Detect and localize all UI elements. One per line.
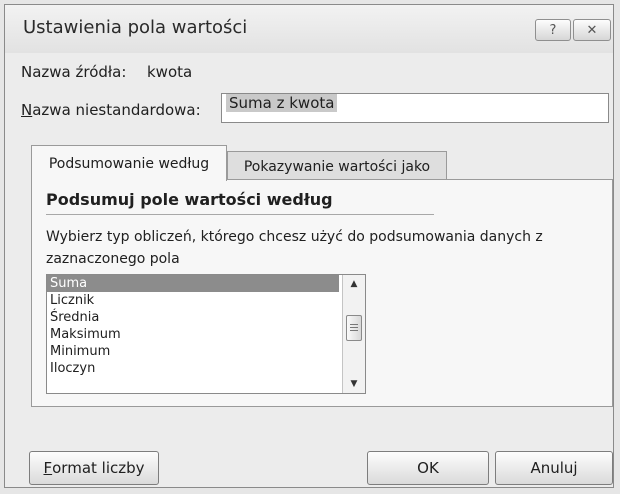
custom-name-input[interactable]: Suma z kwota — [221, 93, 609, 123]
list-item[interactable]: Maksimum — [47, 326, 339, 343]
calculation-type-listbox[interactable]: Suma Licznik Średnia Maksimum Minimum Il… — [46, 274, 366, 394]
listbox-scrollbar[interactable]: ▲ ▼ — [342, 275, 365, 393]
list-item[interactable]: Średnia — [47, 309, 339, 326]
scroll-thumb[interactable] — [346, 315, 362, 341]
number-format-button[interactable]: Format liczby — [29, 451, 159, 485]
title-bar: Ustawienia pola wartości ? ✕ — [5, 5, 613, 53]
tab-show-values-as-label: Pokazywanie wartości jako — [243, 158, 431, 175]
grip-line — [350, 330, 358, 331]
ok-label: OK — [417, 459, 439, 477]
source-name-value: kwota — [147, 63, 193, 81]
tab-show-values-as[interactable]: Pokazywanie wartości jako — [227, 151, 447, 181]
list-item[interactable]: Minimum — [47, 343, 339, 360]
heading-divider — [46, 214, 434, 215]
grip-line — [350, 327, 358, 328]
custom-name-value: Suma z kwota — [226, 94, 338, 112]
list-item[interactable]: Licznik — [47, 292, 339, 309]
cancel-label: Anuluj — [530, 459, 578, 477]
close-button[interactable]: ✕ — [573, 19, 611, 41]
scroll-down-arrow-icon[interactable]: ▼ — [343, 375, 365, 393]
summarize-heading: Podsumuj pole wartości według — [46, 190, 333, 209]
value-field-settings-dialog: Ustawienia pola wartości ? ✕ Nazwa źródł… — [4, 4, 614, 488]
number-format-label: ormat liczby — [52, 459, 145, 477]
summarize-description: Wybierz typ obliczeń, którego chcesz uży… — [46, 229, 543, 267]
help-button[interactable]: ? — [535, 19, 571, 41]
close-icon: ✕ — [586, 22, 598, 38]
tab-summarize-by-label: Podsumowanie według — [48, 155, 210, 172]
ok-button[interactable]: OK — [367, 451, 489, 485]
summarize-panel: Podsumuj pole wartości według Wybierz ty… — [31, 179, 613, 407]
list-item[interactable]: Iloczyn — [47, 360, 339, 377]
grip-line — [350, 324, 358, 325]
custom-name-label-accesskey: N — [21, 101, 33, 119]
help-icon: ? — [549, 22, 557, 38]
tab-summarize-by[interactable]: Podsumowanie według — [31, 145, 227, 181]
number-format-accesskey: F — [43, 459, 53, 477]
dialog-title: Ustawienia pola wartości — [23, 17, 248, 38]
list-item[interactable]: Suma — [47, 275, 339, 292]
custom-name-label: Nazwa niestandardowa: — [21, 101, 201, 119]
scroll-up-arrow-icon[interactable]: ▲ — [343, 275, 365, 293]
cancel-button[interactable]: Anuluj — [495, 451, 613, 485]
source-name-label: Nazwa źródła: — [21, 63, 127, 81]
custom-name-label-text: azwa niestandardowa: — [32, 101, 201, 119]
